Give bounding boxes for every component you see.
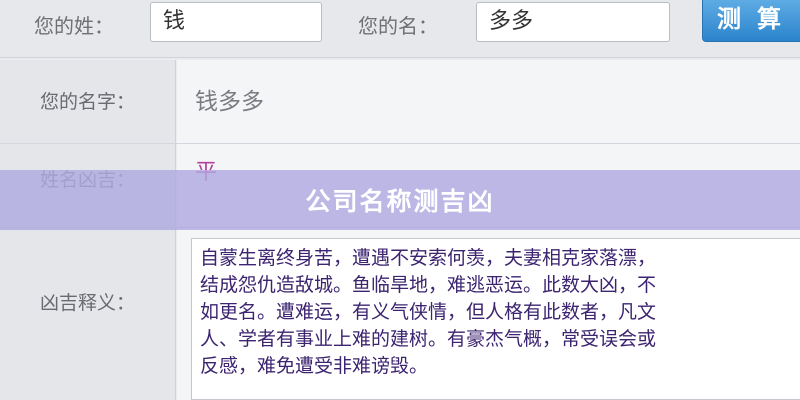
calculate-button[interactable]: 测算 [702, 0, 800, 42]
meaning-line: 人、学者有事业上难的建树。有豪杰气概，常受误会或 [200, 328, 657, 350]
title-banner: 公司名称测吉凶 [0, 170, 800, 230]
meaning-row-label: 凶吉释义： [0, 228, 176, 400]
meaning-row-cell: 自蒙生离终身苦，遭遇不安索何羡，夫妻相克家落漂， 结成怨仇造敌城。鱼临旱地，难逃… [177, 228, 800, 400]
name-row-cell: 钱多多 [177, 60, 800, 143]
meaning-line: 反感，难免遭受非难谤毁。 [200, 355, 429, 377]
surname-label: 您的姓： [34, 14, 114, 38]
name-input-form: 您的姓： 钱 您的名： 多多 测算 [0, 0, 800, 58]
meaning-line: 结成怨仇造敌城。鱼临旱地，难逃恶运。此数大凶，不 [200, 274, 657, 296]
result-row-meaning: 凶吉释义： 自蒙生离终身苦，遭遇不安索何羡，夫妻相克家落漂， 结成怨仇造敌城。鱼… [0, 228, 800, 400]
result-table: 您的名字： 钱多多 姓名凶吉： 平 凶吉释义： 自蒙生离终身苦，遭遇不安索何羡，… [0, 60, 800, 400]
banner-title: 公司名称测吉凶 [305, 187, 495, 216]
full-name-value: 钱多多 [195, 89, 264, 115]
name-row-label: 您的名字： [0, 60, 176, 143]
meaning-line: 如更名。遭难运，有义气侠情，但人格有此数者，凡文 [200, 301, 657, 323]
given-name-input[interactable]: 多多 [476, 2, 670, 42]
meaning-textarea[interactable]: 自蒙生离终身苦，遭遇不安索何羡，夫妻相克家落漂， 结成怨仇造敌城。鱼临旱地，难逃… [191, 238, 800, 400]
surname-input[interactable]: 钱 [150, 2, 322, 42]
given-name-label: 您的名： [358, 14, 438, 38]
result-row-name: 您的名字： 钱多多 [0, 60, 800, 144]
meaning-line: 自蒙生离终身苦，遭遇不安索何羡，夫妻相克家落漂， [200, 247, 657, 269]
